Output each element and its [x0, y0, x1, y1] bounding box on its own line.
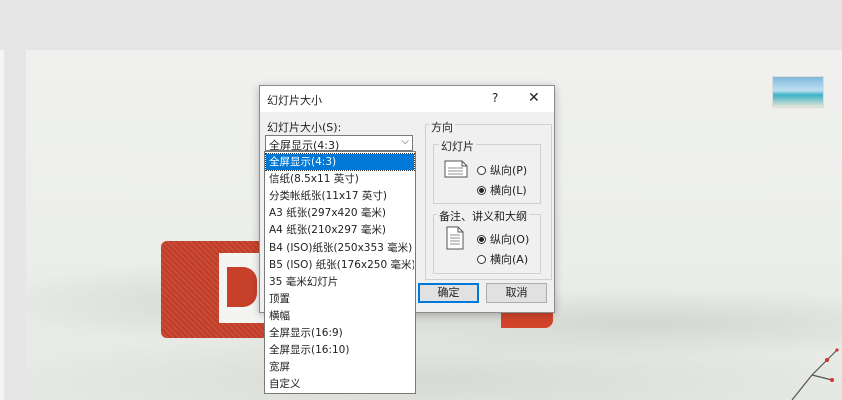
close-icon[interactable]: ✕	[528, 90, 540, 106]
dropdown-option[interactable]: 信纸(8.5x11 英寸)	[266, 171, 414, 187]
plum-branch-decoration	[791, 348, 839, 400]
dropdown-option[interactable]: B5 (ISO) 纸张(176x250 毫米)	[266, 257, 414, 273]
chevron-down-icon[interactable]: ⌵	[401, 136, 409, 147]
slides-landscape-radio[interactable]: 横向(L)	[477, 182, 527, 198]
radio-circle-checked[interactable]	[477, 234, 486, 244]
dropdown-option[interactable]: 分类帐纸张(11x17 英寸)	[266, 188, 414, 204]
page-icon	[444, 160, 468, 178]
help-icon[interactable]: ?	[492, 91, 498, 105]
editor-strip	[0, 50, 4, 400]
radio-circle[interactable]	[477, 165, 486, 175]
slide-size-select[interactable]: 全屏显示(4:3) ⌵	[265, 135, 413, 152]
dropdown-option[interactable]: A3 纸张(297x420 毫米)	[266, 205, 414, 221]
notes-portrait-label: 纵向(O)	[490, 233, 530, 246]
slide-size-options-list[interactable]: 全屏显示(4:3) 信纸(8.5x11 英寸) 分类帐纸张(11x17 英寸) A3 …	[264, 151, 416, 394]
radio-circle[interactable]	[477, 254, 486, 264]
dropdown-option[interactable]: 顶置	[266, 291, 414, 307]
cancel-button[interactable]: 取消	[486, 283, 547, 303]
orientation-title: 方向	[429, 119, 455, 135]
landscape-thumbnail-image	[772, 76, 824, 108]
slides-portrait-radio[interactable]: 纵向(P)	[477, 162, 527, 178]
slide-size-label: 幻灯片大小(S):	[267, 121, 342, 134]
notes-orientation-title: 备注、讲义和大纲	[437, 208, 529, 224]
page-icon	[446, 226, 464, 250]
dropdown-option[interactable]: 全屏显示(16:10)	[266, 342, 414, 358]
dropdown-option[interactable]: B4 (ISO)纸张(250x353 毫米)	[266, 240, 414, 256]
notes-landscape-radio[interactable]: 横向(A)	[477, 251, 528, 267]
slides-portrait-label: 纵向(P)	[490, 164, 528, 177]
notes-landscape-label: 横向(A)	[490, 253, 529, 266]
radio-circle-checked[interactable]	[477, 185, 486, 195]
dropdown-option[interactable]: 35 毫米幻灯片	[266, 274, 414, 290]
dropdown-option[interactable]: 宽屏	[266, 359, 414, 375]
notes-portrait-radio[interactable]: 纵向(O)	[477, 231, 529, 247]
dropdown-option[interactable]: 横幅	[266, 308, 414, 324]
slides-orientation-title: 幻灯片	[439, 138, 476, 154]
dialog-title: 幻灯片大小	[267, 94, 322, 107]
dropdown-option[interactable]: 全屏显示(4:3)	[265, 153, 415, 171]
powerpoint-logo	[161, 241, 279, 338]
dropdown-option[interactable]: A4 纸张(210x297 毫米)	[266, 222, 414, 238]
dropdown-option[interactable]: 自定义	[266, 376, 414, 392]
dialog-titlebar: 幻灯片大小 ? ✕	[260, 86, 554, 112]
ok-button[interactable]: 确定	[418, 283, 479, 303]
dropdown-option[interactable]: 全屏显示(16:9)	[266, 325, 414, 341]
slides-landscape-label: 横向(L)	[490, 184, 527, 197]
